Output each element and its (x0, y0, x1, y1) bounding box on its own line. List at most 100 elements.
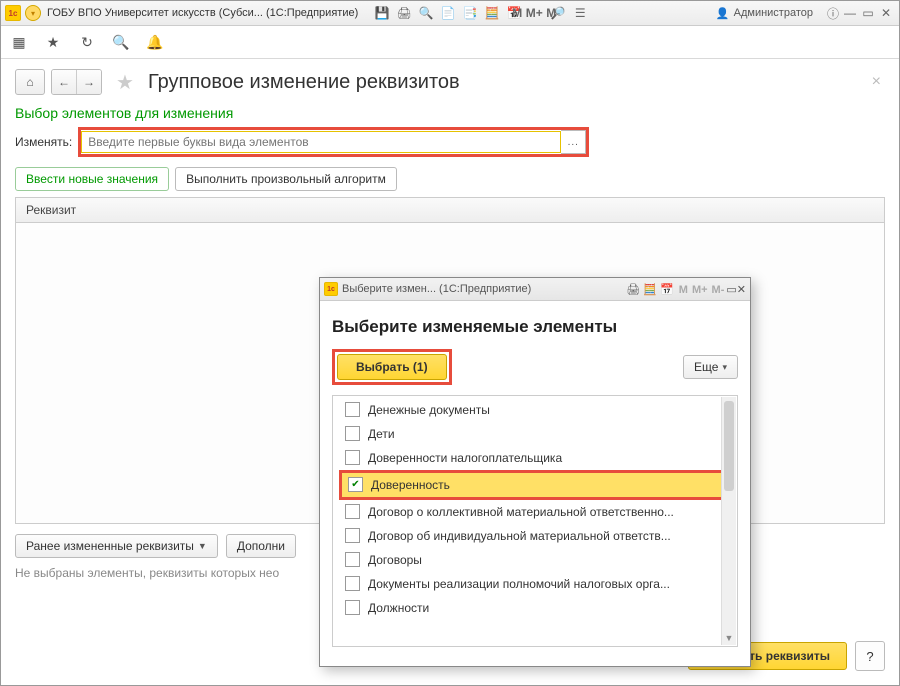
dialog-window-title: Выберите измен... (1С:Предприятие) (342, 283, 531, 295)
tab-new-values[interactable]: Ввести новые значения (15, 167, 169, 191)
close-button[interactable]: ✕ (877, 5, 895, 21)
list-item-label: Договор о коллективной материальной отве… (368, 505, 674, 519)
checkbox-icon[interactable] (345, 426, 360, 441)
dialog-close-button[interactable]: ✕ (737, 283, 746, 296)
list-item-label: Доверенность (371, 478, 450, 492)
section-heading: Выбор элементов для изменения (15, 105, 885, 121)
main-window: 1c ▾ ГОБУ ВПО Университет искусств (Субс… (0, 0, 900, 686)
list-item-label: Договоры (368, 553, 422, 567)
titlebar-tools: 💾 🖨 🔍 📄 📑 🧮 📅 MM+M- 🔎 ☰ (374, 5, 588, 21)
select-button[interactable]: Выбрать (1) (337, 354, 447, 380)
highlight-list-item: ✔ Доверенность (339, 470, 731, 500)
home-button[interactable]: ⌂ (15, 69, 45, 95)
list-item-label: Договор об индивидуальной материальной о… (368, 529, 671, 543)
list-item[interactable]: Договор о коллективной материальной отве… (333, 500, 737, 524)
elements-list: Денежные документы Дети Доверенности налог… (332, 395, 738, 647)
dialog-print-icon[interactable]: 🖨 (626, 284, 640, 296)
list-item[interactable]: Договоры (333, 548, 737, 572)
list-item[interactable]: Денежные документы (333, 398, 737, 422)
dialog-body: Выберите изменяемые элементы Выбрать (1)… (320, 301, 750, 657)
chevron-down-icon: ▼ (198, 541, 207, 551)
grid-header: Реквизит (15, 197, 885, 223)
favorite-star-icon[interactable]: ★ (45, 34, 61, 50)
window-title: ГОБУ ВПО Университет искусств (Субси... … (47, 7, 358, 19)
dialog-titlebar: 1c Выберите измен... (1С:Предприятие) 🖨 … (320, 278, 750, 301)
titlebar: 1c ▾ ГОБУ ВПО Университет искусств (Субс… (1, 1, 899, 26)
search-icon[interactable]: 🔍 (113, 34, 129, 50)
highlight-select-button: Выбрать (1) (332, 349, 452, 385)
user-label[interactable]: 👤Администратор (716, 7, 813, 20)
change-type-input[interactable] (81, 131, 561, 153)
preview-icon[interactable]: 🔍 (418, 5, 434, 21)
scroll-down-icon[interactable]: ▼ (722, 631, 736, 645)
info-icon[interactable]: ⓘ (825, 5, 841, 21)
doc2-icon[interactable]: 📑 (462, 5, 478, 21)
checkbox-icon[interactable] (345, 552, 360, 567)
page-header: ⌂ ← → ★ Групповое изменение реквизитов (15, 69, 885, 95)
list-item[interactable]: Должности (333, 596, 737, 620)
list-item-label: Документы реализации полномочий налоговы… (368, 577, 670, 591)
checkbox-icon[interactable] (345, 450, 360, 465)
choose-type-button[interactable]: ... (561, 130, 586, 154)
nav-back-button[interactable]: ← (52, 70, 77, 94)
page-content: × ⌂ ← → ★ Групповое изменение реквизитов… (1, 59, 899, 685)
checkbox-icon[interactable] (345, 504, 360, 519)
prev-changed-button[interactable]: Ранее измененные реквизиты▼ (15, 534, 218, 558)
page-title: Групповое изменение реквизитов (148, 71, 460, 94)
select-elements-dialog: 1c Выберите измен... (1С:Предприятие) 🖨 … (319, 277, 751, 667)
list-item-label: Денежные документы (368, 403, 490, 417)
list-item-label: Должности (368, 601, 429, 615)
nav-arrows: ← → (51, 69, 102, 95)
list-item[interactable]: Документы реализации полномочий налоговы… (333, 572, 737, 596)
checkbox-icon[interactable] (345, 402, 360, 417)
history-icon[interactable]: ↻ (79, 34, 95, 50)
help-button[interactable]: ? (855, 641, 885, 671)
highlight-change-input: ... (78, 127, 589, 157)
dropdown-icon[interactable]: ▾ (25, 5, 41, 21)
list-item[interactable]: Доверенности налогоплательщика (333, 446, 737, 470)
dialog-m-minus-icon[interactable]: M- (712, 284, 725, 296)
more-button[interactable]: Еще▾ (683, 355, 738, 379)
list-item[interactable]: Договор об индивидуальной материальной о… (333, 524, 737, 548)
list-item-label: Доверенности налогоплательщика (368, 451, 562, 465)
list-icon[interactable]: ☰ (572, 5, 588, 21)
user-icon: 👤 (716, 7, 730, 20)
print-icon[interactable]: 🖨 (396, 5, 412, 21)
dialog-calc-icon[interactable]: 🧮 (643, 284, 657, 296)
calc-icon[interactable]: 🧮 (484, 5, 500, 21)
apps-grid-icon[interactable]: ▦ (11, 34, 27, 50)
checkbox-icon[interactable] (345, 576, 360, 591)
scroll-thumb[interactable] (724, 401, 734, 491)
dialog-heading: Выберите изменяемые элементы (332, 317, 738, 337)
tab-script[interactable]: Выполнить произвольный алгоритм (175, 167, 397, 191)
dialog-m-plus-icon[interactable]: M+ (692, 284, 708, 296)
nav-forward-button[interactable]: → (77, 70, 101, 94)
scrollbar[interactable]: ▲ ▼ (721, 397, 736, 645)
minimize-button[interactable]: — (841, 5, 859, 21)
dialog-1c-icon: 1c (324, 282, 338, 296)
list-item[interactable]: ✔ Доверенность (342, 473, 728, 497)
list-item[interactable]: Дети (333, 422, 737, 446)
m-icon[interactable]: M (512, 5, 522, 21)
change-label: Изменять: (15, 135, 72, 149)
col-requisite: Реквизит (26, 203, 76, 217)
doc1-icon[interactable]: 📄 (440, 5, 456, 21)
chevron-down-icon: ▾ (722, 362, 727, 373)
additional-button[interactable]: Дополни (226, 534, 296, 558)
dialog-maximize-button[interactable]: ▭ (726, 283, 736, 296)
zoom-in-icon[interactable]: 🔎 (550, 5, 566, 21)
save-icon[interactable]: 💾 (374, 5, 390, 21)
maximize-button[interactable]: ▭ (859, 5, 877, 21)
m-plus-icon[interactable]: M+ (526, 5, 542, 21)
page-close-icon[interactable]: × (872, 73, 881, 91)
app-1c-icon: 1c (5, 5, 21, 21)
favorite-page-icon[interactable]: ★ (116, 70, 134, 95)
list-item-label: Дети (368, 427, 395, 441)
checkbox-icon[interactable] (345, 600, 360, 615)
dialog-calendar-icon[interactable]: 📅 (660, 284, 674, 296)
bell-icon[interactable]: 🔔 (147, 34, 163, 50)
dialog-m-icon[interactable]: M (679, 284, 688, 296)
checkbox-icon[interactable] (345, 528, 360, 543)
app-toolbar: ▦ ★ ↻ 🔍 🔔 (1, 26, 899, 59)
checkbox-icon[interactable]: ✔ (348, 477, 363, 492)
